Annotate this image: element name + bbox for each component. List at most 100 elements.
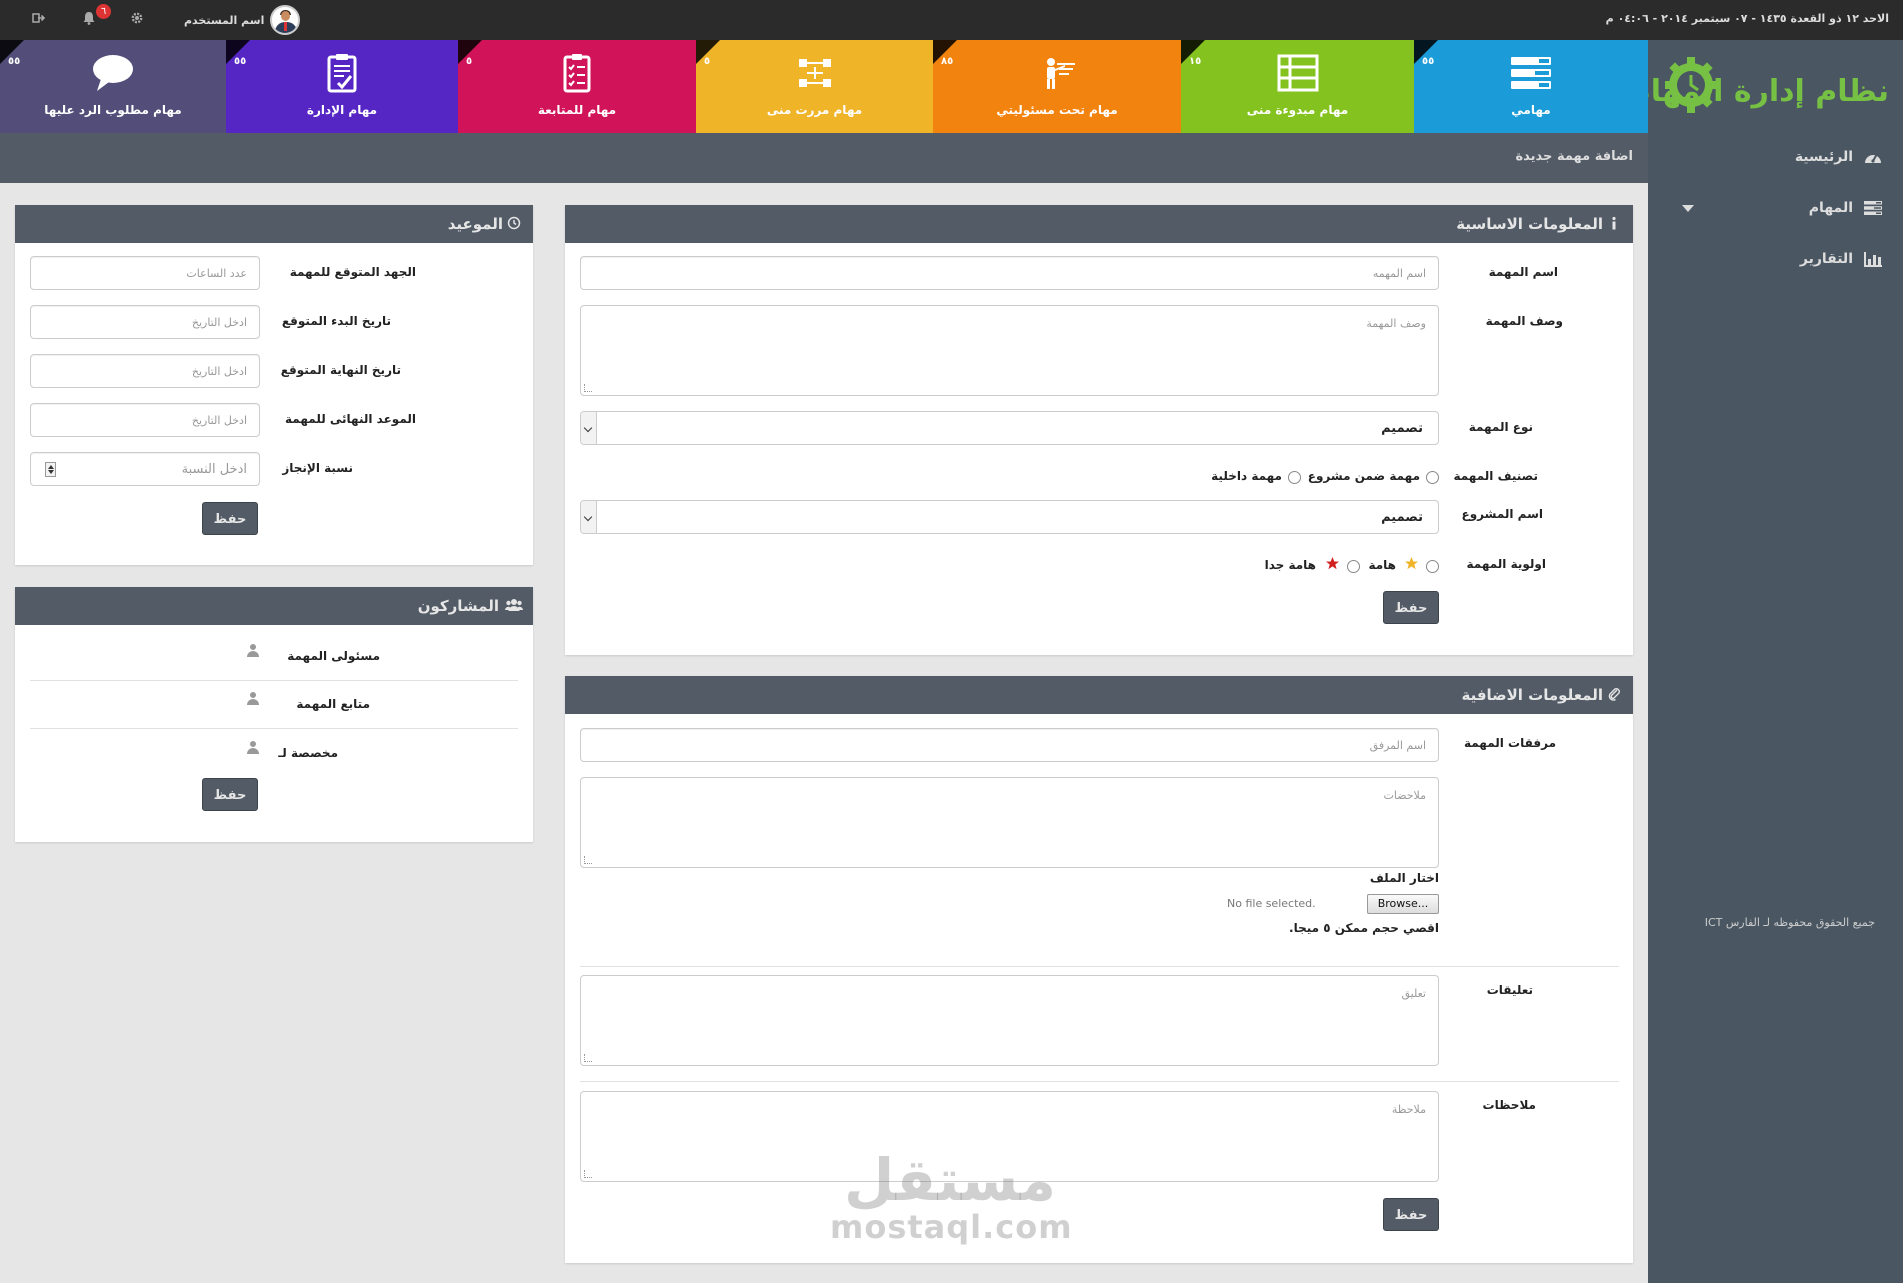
- effort-hours-input[interactable]: عدد الساعات: [30, 256, 260, 290]
- max-size-note: اقصي حجم ممكن ٥ ميجا.: [1289, 921, 1439, 935]
- comment-textarea[interactable]: تعليق: [580, 975, 1439, 1066]
- progress-label: نسبة الإنجاز: [282, 461, 353, 475]
- resize-grip[interactable]: [584, 384, 592, 392]
- radio-project-task[interactable]: [1426, 471, 1439, 484]
- panel-header: المعلومات الاساسية: [565, 205, 1633, 243]
- task-class-label: تصنيف المهمة: [1453, 469, 1538, 483]
- chevron-down-icon[interactable]: [1682, 205, 1694, 212]
- start-date-input[interactable]: ادخل التاريخ: [30, 305, 260, 339]
- number-spinner[interactable]: [45, 462, 56, 477]
- task-type-select[interactable]: تصميم: [580, 411, 1439, 445]
- radio-project-task-label[interactable]: مهمة ضمن مشروع: [1308, 469, 1420, 483]
- deadline-input[interactable]: ادخل التاريخ: [30, 403, 260, 437]
- clipboard-icon: [327, 54, 357, 93]
- radio-important-label[interactable]: هامة: [1368, 558, 1396, 572]
- save-button[interactable]: حفظ: [202, 778, 258, 811]
- tile-label: مهام مطلوب الرد عليها: [44, 103, 182, 117]
- sidebar-item-tasks[interactable]: المهام: [1809, 200, 1883, 216]
- gear-icon[interactable]: [128, 11, 146, 29]
- divider: [30, 728, 518, 729]
- radio-internal-task[interactable]: [1288, 471, 1301, 484]
- sidebar-item-label: التقارير: [1799, 251, 1853, 267]
- remarks-label: ملاحظات: [1482, 1098, 1536, 1112]
- progress-input[interactable]: ادخل النسبة: [30, 452, 260, 486]
- dropdown-arrow-icon[interactable]: [581, 412, 597, 444]
- browse-button[interactable]: Browse...: [1367, 894, 1439, 914]
- panel-header: الموعيد: [15, 205, 533, 243]
- placeholder: اسم المرفق: [1369, 739, 1426, 752]
- user-icon[interactable]: [247, 691, 259, 705]
- watermark: مستقل mostaql.com: [830, 1146, 1072, 1244]
- file-status: No file selected.: [1227, 897, 1316, 910]
- task-desc-textarea[interactable]: وصف المهمة: [580, 305, 1439, 396]
- divider: [580, 966, 1619, 967]
- tile-under-my-responsibility[interactable]: ٨٥ مهام تحت مسئوليتي: [933, 40, 1181, 133]
- tile-awaiting-reply[interactable]: ٥٥ مهام مطلوب الرد عليها: [0, 40, 226, 133]
- placeholder: اسم المهمه: [1372, 267, 1426, 280]
- radio-very-important-label[interactable]: هامة جدا: [1265, 558, 1316, 572]
- participant-row-label: متابع المهمة: [296, 697, 370, 711]
- star-icon: [1326, 557, 1339, 570]
- end-date-input[interactable]: ادخل التاريخ: [30, 354, 260, 388]
- page-title: اضافة مهمة جديدة: [1515, 149, 1633, 164]
- tile-follow-up[interactable]: ٥ مهام للمتابعة: [458, 40, 696, 133]
- attachments-label: مرفقات المهمة: [1463, 736, 1556, 750]
- checklist-icon: [563, 54, 591, 93]
- placeholder: ادخل التاريخ: [191, 414, 247, 427]
- radio-important[interactable]: [1426, 560, 1439, 573]
- placeholder: تعليق: [1401, 987, 1426, 1000]
- tile-label: مهام تحت مسئوليتي: [996, 103, 1118, 117]
- flow-icon: [798, 59, 831, 87]
- sidebar: الرئيسية المهام التقارير جميع الحقوق محف…: [1648, 133, 1903, 1283]
- tile-label: مهام للمتابعة: [537, 103, 617, 117]
- dropdown-arrow-icon[interactable]: [581, 501, 597, 533]
- tile-count: ٨٥: [941, 56, 954, 67]
- user-icon[interactable]: [247, 643, 259, 657]
- watermark-arabic: مستقل: [843, 1146, 1057, 1214]
- users-icon: [505, 599, 523, 611]
- start-date-label: تاريخ البدء المتوقع: [281, 314, 391, 328]
- task-desc-label: وصف المهمة: [1485, 314, 1563, 328]
- tile-count: ٥: [704, 56, 711, 67]
- bell-icon[interactable]: [80, 11, 98, 29]
- tile-passed-from-me[interactable]: ٥ مهام مررت منى: [696, 40, 933, 133]
- placeholder: ادخل التاريخ: [191, 316, 247, 329]
- save-button[interactable]: حفظ: [1383, 591, 1439, 624]
- tile-started-by-me[interactable]: ١٥ مهام مبدوءة منى: [1181, 40, 1414, 133]
- radio-very-important[interactable]: [1347, 560, 1360, 573]
- save-button[interactable]: حفظ: [1383, 1198, 1439, 1231]
- project-name-select[interactable]: تصميم: [580, 500, 1439, 534]
- sidebar-item-reports[interactable]: التقارير: [1800, 251, 1883, 267]
- page-header: اضافة مهمة جديدة: [0, 133, 1648, 183]
- placeholder: ادخل النسبة: [181, 462, 247, 477]
- avatar[interactable]: [270, 5, 301, 35]
- tile-management-tasks[interactable]: ٥٥ مهام الإدارة: [226, 40, 458, 133]
- attachment-notes-textarea[interactable]: ملاحضات: [580, 777, 1439, 868]
- app-logo[interactable]: نظام إدارة المهام: [1629, 40, 1903, 133]
- tile-my-tasks[interactable]: ٥٥ مهامي: [1414, 40, 1648, 133]
- dashboard-icon: [1865, 153, 1881, 163]
- attachment-name-input[interactable]: اسم المرفق: [580, 728, 1439, 762]
- tile-count: ٥٥: [8, 56, 21, 67]
- participants-panel: المشاركون مسئولى المهمة متابع المهمة مخص…: [15, 587, 533, 842]
- save-button[interactable]: حفظ: [202, 502, 258, 535]
- tile-label: مهام مبدوءة منى: [1246, 103, 1349, 117]
- logout-icon[interactable]: [30, 11, 48, 29]
- resize-grip[interactable]: [584, 856, 592, 864]
- panel-header: المشاركون: [15, 587, 533, 625]
- placeholder: وصف المهمة: [1366, 317, 1426, 330]
- task-name-input[interactable]: اسم المهمه: [580, 256, 1439, 290]
- divider: [580, 1081, 1619, 1082]
- project-name-label: اسم المشروع: [1461, 507, 1544, 521]
- radio-internal-task-label[interactable]: مهمة داخلية: [1211, 469, 1282, 483]
- resize-grip[interactable]: [584, 1054, 592, 1062]
- panel-header: المعلومات الاضافية: [565, 676, 1633, 714]
- user-icon[interactable]: [247, 740, 259, 754]
- username[interactable]: اسم المستخدم: [184, 14, 264, 27]
- panel-title: المشاركون: [417, 597, 499, 615]
- bar-chart-icon: [1864, 252, 1882, 267]
- user-menu[interactable]: اسم المستخدم: [184, 5, 301, 35]
- tile-count: ٥: [466, 56, 473, 67]
- sidebar-item-home[interactable]: الرئيسية: [1795, 149, 1883, 165]
- resize-grip[interactable]: [584, 1170, 592, 1178]
